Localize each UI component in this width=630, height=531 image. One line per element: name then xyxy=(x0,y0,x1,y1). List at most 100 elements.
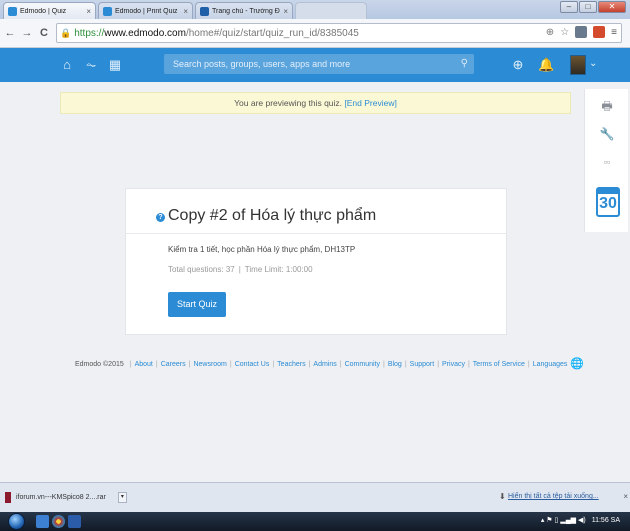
quiz-card: ? Copy #2 of Hóa lý thực phẩm Kiểm tra 1… xyxy=(125,188,507,335)
notifications-bell-icon[interactable]: 🔔 xyxy=(538,57,554,73)
close-icon[interactable]: × xyxy=(623,492,628,501)
printer-icon[interactable]: 🖶 xyxy=(585,97,629,118)
calendar-icon[interactable]: 30 xyxy=(596,187,620,217)
footer-link-careers[interactable]: Careers xyxy=(161,361,186,368)
rar-file-icon xyxy=(5,492,11,503)
forward-arrow-icon[interactable]: → xyxy=(20,26,34,40)
new-tab-button[interactable] xyxy=(295,2,367,19)
footer-link-admins[interactable]: Admins xyxy=(313,361,336,368)
reload-icon[interactable]: C xyxy=(37,26,51,40)
separator: | xyxy=(382,360,385,368)
total-questions: Total questions: 37 xyxy=(168,265,235,274)
minimize-button[interactable]: – xyxy=(560,1,578,13)
footer-link-contact-us[interactable]: Contact Us xyxy=(235,361,270,368)
show-all-downloads-link[interactable]: Hiển thị tất cả tệp tải xuống... xyxy=(508,493,599,500)
calendar-day: 30 xyxy=(599,195,617,212)
browser-tab-strip: Edmodo | Quiz × Edmodo | Print Quiz × Tr… xyxy=(0,0,630,19)
quiz-card-header: ? Copy #2 of Hóa lý thực phẩm xyxy=(126,189,506,234)
tab-truong-dai-hoc[interactable]: Trang chủ - Trường Đại học × xyxy=(195,2,293,19)
footer-link-blog[interactable]: Blog xyxy=(388,361,402,368)
tab-title: Edmodo | Quiz xyxy=(20,7,67,15)
apps-grid-icon[interactable]: ▫▫ xyxy=(585,157,629,167)
home-icon[interactable]: ⌂ xyxy=(59,57,75,73)
address-bar-actions: ⊕ ☆ ≡ xyxy=(546,26,617,38)
download-item[interactable]: iforum.vn---KMSpico8 2....rar ▾ xyxy=(5,492,127,503)
footer-link-support[interactable]: Support xyxy=(410,361,435,368)
quiz-description: Kiểm tra 1 tiết, học phần Hóa lý thực ph… xyxy=(168,245,356,254)
windows-taskbar: ▴ ⚑ ▯ ▂▄▆ ◀) 11:56 SA xyxy=(0,512,630,531)
tab-close-icon[interactable]: × xyxy=(283,7,288,16)
separator: | xyxy=(272,360,275,368)
time-limit: Time Limit: 1:00:00 xyxy=(244,265,313,274)
separator: | xyxy=(229,360,232,368)
chrome-taskbar-icon[interactable] xyxy=(52,515,65,528)
separator: | xyxy=(339,360,342,368)
separator: | xyxy=(238,265,241,274)
word-taskbar-icon[interactable] xyxy=(68,515,81,528)
preview-banner: You are previewing this quiz. [End Previ… xyxy=(60,92,571,114)
tab-close-icon[interactable]: × xyxy=(183,7,188,16)
address-bar[interactable]: 🔒 https:// www.edmodo.com /home#/quiz/st… xyxy=(56,23,622,43)
tab-edmodo-print-quiz[interactable]: Edmodo | Print Quiz × xyxy=(98,2,193,19)
menu-icon[interactable]: ≡ xyxy=(611,27,617,38)
search-placeholder: Search posts, groups, users, apps and mo… xyxy=(173,59,351,69)
wrench-icon[interactable]: 🔧 xyxy=(585,127,629,141)
footer-link-community[interactable]: Community xyxy=(345,361,380,368)
search-input[interactable]: Search posts, groups, users, apps and mo… xyxy=(164,54,474,74)
separator: | xyxy=(467,360,470,368)
tray-icons[interactable]: ▴ ⚑ ▯ ▂▄▆ ◀) xyxy=(541,516,586,524)
url-path: /home#/quiz/start/quiz_run_id/8385045 xyxy=(185,27,359,39)
lock-icon: 🔒 xyxy=(60,27,72,38)
browser-toolbar: ← → C ⌂ 🔒 https:// www.edmodo.com /home#… xyxy=(0,19,630,48)
backpack-icon[interactable]: ⊕ xyxy=(510,57,526,73)
end-preview-link[interactable]: [End Preview] xyxy=(344,98,396,108)
university-favicon-icon xyxy=(200,6,209,16)
footer-link-about[interactable]: About xyxy=(135,361,153,368)
footer-link-terms-of-service[interactable]: Terms of Service xyxy=(473,361,525,368)
download-filename: iforum.vn---KMSpico8 2....rar xyxy=(16,494,106,501)
windows-start-button[interactable] xyxy=(8,513,25,530)
separator: | xyxy=(404,360,407,368)
footer-links: Edmodo ©2015 | About | Careers | Newsroo… xyxy=(75,358,596,370)
footer-link-newsroom[interactable]: Newsroom xyxy=(193,361,226,368)
start-quiz-button[interactable]: Start Quiz xyxy=(168,292,226,317)
explorer-taskbar-icon[interactable] xyxy=(36,515,49,528)
quiz-title: Copy #2 of Hóa lý thực phẩm xyxy=(168,207,377,224)
progress-icon[interactable]: ⏦ xyxy=(83,57,99,73)
url-host: www.edmodo.com xyxy=(104,27,186,39)
zoom-icon[interactable]: ⊕ xyxy=(546,27,554,38)
maximize-button[interactable]: □ xyxy=(579,1,597,13)
close-window-button[interactable]: ✕ xyxy=(598,1,626,13)
globe-icon: 🌐 xyxy=(570,358,585,370)
tab-title: Trang chủ - Trường Đại học xyxy=(212,7,280,15)
chevron-down-icon[interactable]: ⌄ xyxy=(589,58,597,69)
copyright: Edmodo ©2015 xyxy=(75,360,124,368)
library-icon[interactable]: ▦ xyxy=(107,57,123,73)
right-tool-rail: 🖶 🔧 ▫▫ 30 xyxy=(584,89,628,232)
preview-banner-text: You are previewing this quiz. xyxy=(234,98,345,108)
system-tray: ▴ ⚑ ▯ ▂▄▆ ◀) 11:56 SA xyxy=(541,516,620,525)
clock: 11:56 SA xyxy=(591,516,620,524)
chevron-down-icon[interactable]: ▾ xyxy=(117,492,127,503)
separator: | xyxy=(155,360,158,368)
footer-link-teachers[interactable]: Teachers xyxy=(277,361,305,368)
url-scheme: https:// xyxy=(74,27,105,39)
window-controls: – □ ✕ xyxy=(560,1,626,13)
avatar[interactable] xyxy=(570,55,586,75)
download-icon: ⬇ xyxy=(499,492,506,501)
footer-link-privacy[interactable]: Privacy xyxy=(442,361,465,368)
download-shelf: iforum.vn---KMSpico8 2....rar ▾ ⬇ Hiển t… xyxy=(0,482,630,512)
separator: | xyxy=(129,360,132,368)
search-icon[interactable]: ⚲ xyxy=(461,54,468,74)
tab-edmodo-quiz[interactable]: Edmodo | Quiz × xyxy=(3,2,96,19)
back-arrow-icon[interactable]: ← xyxy=(3,26,17,40)
footer-link-languages[interactable]: Languages xyxy=(533,361,568,368)
edmodo-header: ⌂ ⏦ ▦ Search posts, groups, users, apps … xyxy=(0,48,630,82)
tab-title: Edmodo | Print Quiz xyxy=(115,7,178,15)
separator: | xyxy=(437,360,440,368)
bookmark-star-icon[interactable]: ☆ xyxy=(560,27,569,38)
tab-close-icon[interactable]: × xyxy=(86,7,91,16)
edmodo-favicon-icon xyxy=(103,6,112,16)
extension-icon[interactable] xyxy=(575,26,588,38)
extension-icon[interactable] xyxy=(593,26,606,38)
